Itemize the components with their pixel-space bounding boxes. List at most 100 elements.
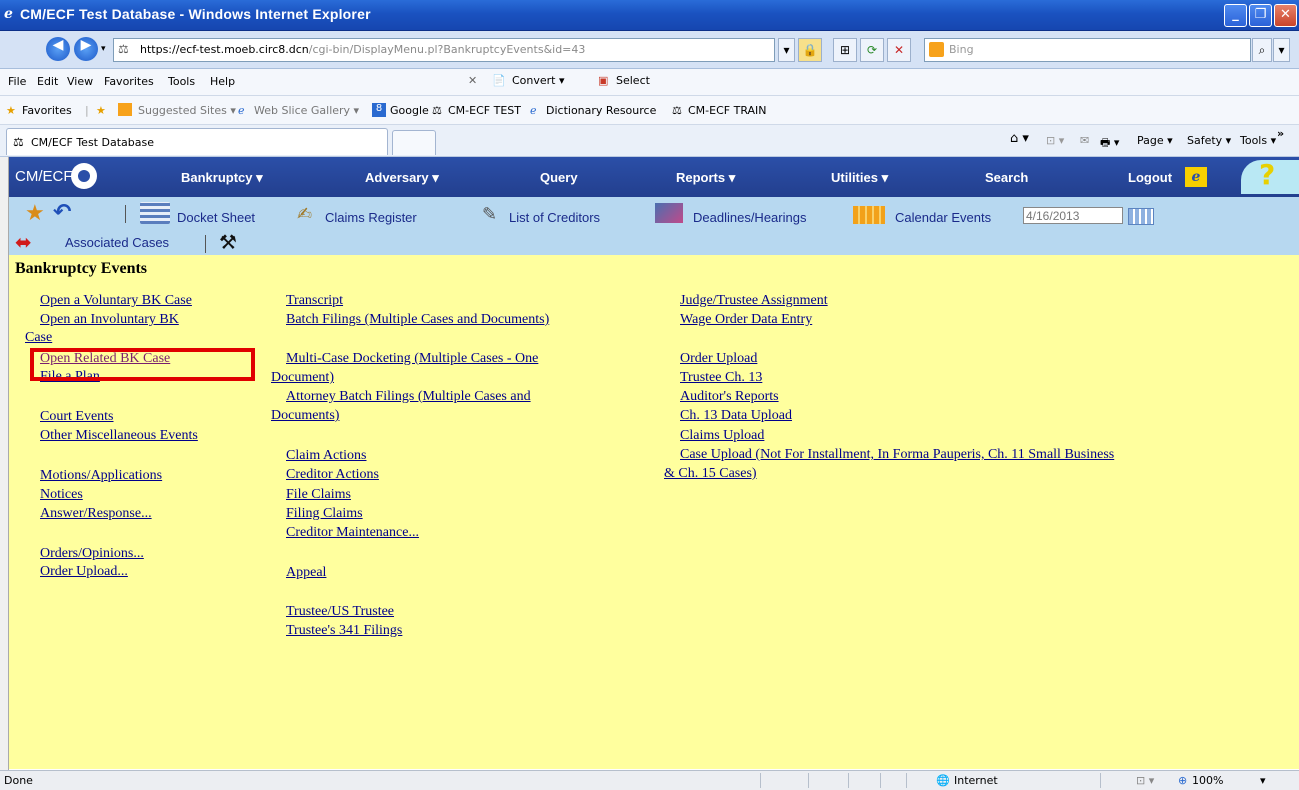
link-claim-actions[interactable]: Claim Actions bbox=[286, 448, 367, 464]
calendar-picker-icon[interactable] bbox=[1128, 208, 1154, 225]
protected-mode-icon[interactable]: ⊡ ▾ bbox=[1136, 774, 1154, 787]
deadlines-hearings-icon[interactable] bbox=[655, 203, 683, 223]
close-button[interactable]: ✕ bbox=[1274, 4, 1297, 27]
fav-cm-ecf-test[interactable]: CM-ECF TEST bbox=[448, 104, 521, 117]
link-judge-trustee-assignment[interactable]: Judge/Trustee Assignment bbox=[680, 293, 828, 309]
menu-file[interactable]: File bbox=[8, 75, 26, 88]
cmecf-logo-icon[interactable] bbox=[71, 163, 97, 189]
safety-menu[interactable]: Safety ▾ bbox=[1187, 134, 1231, 147]
nav-bankruptcy[interactable]: Bankruptcy ▾ bbox=[181, 170, 263, 186]
nav-adversary[interactable]: Adversary ▾ bbox=[365, 170, 439, 186]
link-attorney-batch-filings[interactable]: Attorney Batch Filings (Multiple Cases a… bbox=[286, 389, 531, 405]
print-icon[interactable]: 🖶 ▾ bbox=[1100, 134, 1119, 153]
link-batch-filings[interactable]: Batch Filings (Multiple Cases and Docume… bbox=[286, 312, 549, 328]
restore-button[interactable]: ❐ bbox=[1249, 4, 1272, 27]
page-menu[interactable]: Page ▾ bbox=[1137, 134, 1173, 147]
star-icon[interactable]: ★ bbox=[25, 201, 45, 226]
link-other-miscellaneous-events[interactable]: Other Miscellaneous Events bbox=[40, 428, 198, 444]
link-notices[interactable]: Notices bbox=[40, 487, 83, 503]
calendar-events-icon[interactable] bbox=[853, 206, 885, 224]
link-court-events[interactable]: Court Events bbox=[40, 409, 114, 425]
fav-suggested-sites[interactable]: Suggested Sites ▾ bbox=[138, 104, 236, 117]
back-button[interactable]: ◀ bbox=[46, 37, 70, 61]
minimize-button[interactable]: _ bbox=[1224, 4, 1247, 27]
claims-register-icon[interactable]: ✍ bbox=[297, 204, 312, 225]
nav-logout[interactable]: Logout bbox=[1128, 170, 1172, 185]
associated-cases-icon[interactable]: ⬌ bbox=[15, 230, 32, 254]
favorites-button[interactable]: Favorites bbox=[22, 104, 72, 117]
fav-google[interactable]: Google bbox=[390, 104, 429, 117]
search-options-icon[interactable]: ▾ bbox=[1273, 38, 1290, 62]
address-dropdown-icon[interactable]: ▾ bbox=[778, 38, 795, 62]
link-case-upload-cont[interactable]: & Ch. 15 Cases) bbox=[664, 466, 757, 482]
close-toolbar-icon[interactable]: ✕ bbox=[468, 74, 477, 87]
add-favorites-icon[interactable]: ★ bbox=[96, 104, 106, 117]
calendar-events-link[interactable]: Calendar Events bbox=[895, 210, 991, 225]
docket-sheet-link[interactable]: Docket Sheet bbox=[177, 210, 255, 225]
tools-menu[interactable]: Tools ▾ bbox=[1240, 134, 1276, 147]
calendar-date-input[interactable]: 4/16/2013 bbox=[1023, 207, 1123, 224]
link-order-upload-col3[interactable]: Order Upload bbox=[680, 351, 757, 367]
search-icon[interactable]: ⌕ bbox=[1252, 38, 1272, 62]
menu-view[interactable]: View bbox=[67, 75, 93, 88]
recent-pages-dropdown-icon[interactable]: ▾ bbox=[101, 44, 106, 54]
link-answer-response[interactable]: Answer/Response... bbox=[40, 506, 152, 522]
link-trustee-ch13[interactable]: Trustee Ch. 13 bbox=[680, 370, 762, 386]
link-transcript[interactable]: Transcript bbox=[286, 293, 343, 309]
link-auditors-reports[interactable]: Auditor's Reports bbox=[680, 389, 779, 405]
nav-query[interactable]: Query bbox=[540, 170, 578, 185]
claims-register-link[interactable]: Claims Register bbox=[325, 210, 417, 225]
link-wage-order-data-entry[interactable]: Wage Order Data Entry bbox=[680, 312, 812, 328]
fav-web-slice-gallery[interactable]: Web Slice Gallery ▾ bbox=[254, 104, 359, 117]
link-claims-upload[interactable]: Claims Upload bbox=[680, 428, 764, 444]
help-icon[interactable]: ? bbox=[1241, 158, 1299, 194]
link-creditor-actions[interactable]: Creditor Actions bbox=[286, 467, 379, 483]
cmecf-logo[interactable]: CM/ECF bbox=[15, 168, 73, 185]
deadlines-hearings-link[interactable]: Deadlines/Hearings bbox=[693, 210, 806, 225]
link-attorney-batch-filings-cont[interactable]: Documents) bbox=[271, 408, 339, 424]
home-icon[interactable]: ⌂ ▾ bbox=[1010, 131, 1029, 146]
link-open-involuntary-bk-case-cont[interactable]: Case bbox=[25, 330, 52, 346]
link-order-upload[interactable]: Order Upload... bbox=[40, 564, 128, 580]
nav-reports[interactable]: Reports ▾ bbox=[676, 170, 735, 186]
refresh-icon[interactable]: ⟳ bbox=[860, 38, 884, 62]
zoom-dropdown-icon[interactable]: ▾ bbox=[1260, 774, 1266, 787]
link-orders-opinions[interactable]: Orders/Opinions... bbox=[40, 546, 144, 562]
mail-icon[interactable]: ✉ bbox=[1080, 134, 1089, 147]
link-case-upload[interactable]: Case Upload (Not For Installment, In For… bbox=[680, 447, 1114, 463]
list-of-creditors-icon[interactable]: ✎ bbox=[482, 204, 497, 225]
compatibility-view-icon[interactable]: ⊞ bbox=[833, 38, 857, 62]
link-creditor-maintenance[interactable]: Creditor Maintenance... bbox=[286, 525, 419, 541]
menu-tools[interactable]: Tools bbox=[168, 75, 195, 88]
forward-button[interactable]: ▶ bbox=[74, 37, 98, 61]
menu-edit[interactable]: Edit bbox=[37, 75, 58, 88]
stop-icon[interactable]: ✕ bbox=[887, 38, 911, 62]
link-trustee-us-trustee[interactable]: Trustee/US Trustee bbox=[286, 604, 394, 620]
link-multi-case-docketing[interactable]: Multi-Case Docketing (Multiple Cases - O… bbox=[286, 351, 538, 367]
new-tab-button[interactable] bbox=[392, 130, 436, 155]
link-motions-applications[interactable]: Motions/Applications bbox=[40, 468, 162, 484]
link-ch13-data-upload[interactable]: Ch. 13 Data Upload bbox=[680, 408, 792, 424]
link-filing-claims[interactable]: Filing Claims bbox=[286, 506, 363, 522]
menu-favorites[interactable]: Favorites bbox=[104, 75, 154, 88]
nav-utilities[interactable]: Utilities ▾ bbox=[831, 170, 888, 186]
fav-dictionary-resource[interactable]: Dictionary Resource bbox=[546, 104, 656, 117]
back-arrow-icon[interactable]: ↶ bbox=[53, 200, 71, 225]
zoom-level[interactable]: 100% bbox=[1192, 774, 1223, 787]
tab-cm-ecf-test-database[interactable]: ⚖ CM/ECF Test Database bbox=[6, 128, 388, 155]
feeds-icon[interactable]: ⊡ ▾ bbox=[1046, 134, 1064, 147]
lock-icon[interactable]: 🔒 bbox=[798, 38, 822, 62]
convert-button[interactable]: Convert ▾ bbox=[512, 74, 565, 87]
link-multi-case-docketing-cont[interactable]: Document) bbox=[271, 370, 334, 386]
link-file-claims[interactable]: File Claims bbox=[286, 487, 351, 503]
link-open-involuntary-bk-case[interactable]: Open an Involuntary BK bbox=[40, 312, 179, 328]
docket-sheet-icon[interactable] bbox=[140, 202, 170, 224]
search-input[interactable]: Bing bbox=[924, 38, 1251, 62]
list-of-creditors-link[interactable]: List of Creditors bbox=[509, 210, 600, 225]
more-commands-icon[interactable]: » bbox=[1277, 127, 1284, 140]
nav-search[interactable]: Search bbox=[985, 170, 1028, 185]
fav-cm-ecf-train[interactable]: CM-ECF TRAIN bbox=[688, 104, 767, 117]
associated-cases-link[interactable]: Associated Cases bbox=[65, 235, 169, 250]
address-bar[interactable]: ⚖ https://ecf-test.moeb.circ8.dcn/cgi-bi… bbox=[113, 38, 775, 62]
link-open-voluntary-bk-case[interactable]: Open a Voluntary BK Case bbox=[40, 293, 192, 309]
